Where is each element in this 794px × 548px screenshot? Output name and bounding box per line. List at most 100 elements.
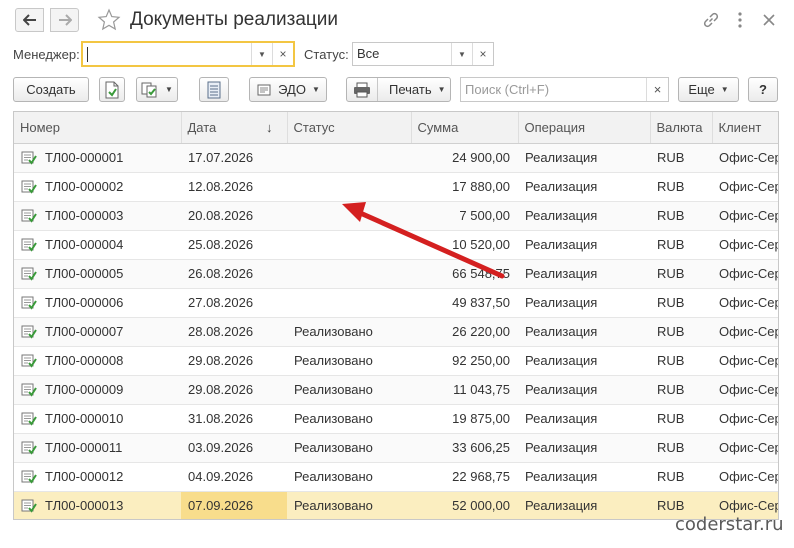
cell-sum[interactable]: 22 968,75: [411, 462, 518, 492]
cell-status[interactable]: [287, 143, 411, 173]
column-header-sum[interactable]: Сумма: [411, 112, 519, 144]
cell-status[interactable]: Реализовано: [287, 404, 411, 434]
table-row[interactable]: ТЛ00-000004 25.08.2026 10 520,00 Реализация…: [14, 230, 778, 260]
favorite-star-icon[interactable]: [97, 8, 121, 32]
cell-client[interactable]: Офис-Сер: [712, 143, 778, 173]
manager-field[interactable]: ▼ ×: [81, 41, 295, 67]
cell-number[interactable]: ТЛ00-000004: [14, 230, 181, 260]
cell-date[interactable]: 03.09.2026: [181, 433, 287, 463]
cell-client[interactable]: Офис-Сер: [712, 404, 778, 434]
column-header-number[interactable]: Номер: [14, 112, 182, 144]
cell-sum[interactable]: 17 880,00: [411, 172, 518, 202]
cell-sum[interactable]: 52 000,00: [411, 491, 518, 519]
cell-currency[interactable]: RUB: [650, 375, 712, 405]
more-vertical-icon[interactable]: [729, 9, 751, 31]
cell-number[interactable]: ТЛ00-000009: [14, 375, 181, 405]
cell-number[interactable]: ТЛ00-000002: [14, 172, 181, 202]
cell-number[interactable]: ТЛ00-000011: [14, 433, 181, 463]
cell-sum[interactable]: 11 043,75: [411, 375, 518, 405]
status-field[interactable]: Все ▼ ×: [352, 42, 494, 66]
cell-number[interactable]: ТЛ00-000006: [14, 288, 181, 318]
cell-date[interactable]: 12.08.2026: [181, 172, 287, 202]
documents-table[interactable]: Номер Дата ↓ Статус Сумма Операция Валюта…: [13, 111, 779, 520]
manager-clear-icon[interactable]: ×: [272, 43, 293, 65]
manager-dropdown-icon[interactable]: ▼: [251, 43, 272, 65]
cell-status[interactable]: [287, 201, 411, 231]
cell-date[interactable]: 04.09.2026: [181, 462, 287, 492]
cell-operation[interactable]: Реализация: [518, 404, 650, 434]
cell-client[interactable]: Офис-Сер: [712, 201, 778, 231]
table-row[interactable]: ТЛ00-000006 27.08.2026 49 837,50 Реализация…: [14, 288, 778, 318]
cell-sum[interactable]: 24 900,00: [411, 143, 518, 173]
cell-operation[interactable]: Реализация: [518, 201, 650, 231]
close-icon[interactable]: [758, 9, 780, 31]
column-header-status[interactable]: Статус: [287, 112, 412, 144]
cell-client[interactable]: Офис-Сер: [712, 317, 778, 347]
cell-status[interactable]: [287, 230, 411, 260]
create-based-on-button[interactable]: ▼: [136, 77, 178, 102]
cell-sum[interactable]: 66 548,75: [411, 259, 518, 289]
cell-number[interactable]: ТЛ00-000003: [14, 201, 181, 231]
cell-operation[interactable]: Реализация: [518, 317, 650, 347]
edo-button[interactable]: ЭДО ▼: [249, 77, 327, 102]
cell-client[interactable]: Офис-Сер: [712, 259, 778, 289]
print-button[interactable]: Печать ▼: [346, 77, 451, 102]
cell-number[interactable]: ТЛ00-000005: [14, 259, 181, 289]
cell-status[interactable]: [287, 288, 411, 318]
cell-status[interactable]: [287, 259, 411, 289]
cell-client[interactable]: Офис-Сер: [712, 346, 778, 376]
copy-document-button[interactable]: [99, 77, 125, 102]
cell-number[interactable]: ТЛ00-000001: [14, 143, 181, 173]
search-field[interactable]: Поиск (Ctrl+F) ×: [460, 77, 669, 102]
cell-date[interactable]: 26.08.2026: [181, 259, 287, 289]
cell-date[interactable]: 07.09.2026: [181, 491, 287, 519]
cell-client[interactable]: Офис-Сер: [712, 288, 778, 318]
cell-sum[interactable]: 19 875,00: [411, 404, 518, 434]
table-row[interactable]: ТЛ00-000012 04.09.2026 Реализовано 22 968,7…: [14, 462, 778, 492]
table-row[interactable]: ТЛ00-000001 17.07.2026 24 900,00 Реализация…: [14, 143, 778, 173]
print-quick-button[interactable]: [347, 78, 378, 101]
cell-currency[interactable]: RUB: [650, 433, 712, 463]
cell-number[interactable]: ТЛ00-000012: [14, 462, 181, 492]
cell-sum[interactable]: 33 606,25: [411, 433, 518, 463]
cell-date[interactable]: 25.08.2026: [181, 230, 287, 260]
cell-number[interactable]: ТЛ00-000007: [14, 317, 181, 347]
table-row[interactable]: ТЛ00-000007 28.08.2026 Реализовано 26 220,0…: [14, 317, 778, 347]
cell-operation[interactable]: Реализация: [518, 259, 650, 289]
cell-sum[interactable]: 26 220,00: [411, 317, 518, 347]
cell-currency[interactable]: RUB: [650, 143, 712, 173]
cell-currency[interactable]: RUB: [650, 317, 712, 347]
table-row[interactable]: ТЛ00-000002 12.08.2026 17 880,00 Реализация…: [14, 172, 778, 202]
cell-status[interactable]: Реализовано: [287, 491, 411, 519]
cell-number[interactable]: ТЛ00-000013: [14, 491, 181, 519]
cell-date[interactable]: 27.08.2026: [181, 288, 287, 318]
cell-currency[interactable]: RUB: [650, 201, 712, 231]
status-dropdown-icon[interactable]: ▼: [451, 43, 472, 65]
column-header-client[interactable]: Клиент: [712, 112, 778, 144]
cell-operation[interactable]: Реализация: [518, 172, 650, 202]
help-button[interactable]: ?: [748, 77, 778, 102]
column-header-operation[interactable]: Операция: [518, 112, 651, 144]
cell-date[interactable]: 17.07.2026: [181, 143, 287, 173]
table-row[interactable]: ТЛ00-000005 26.08.2026 66 548,75 Реализация…: [14, 259, 778, 289]
status-clear-icon[interactable]: ×: [472, 43, 493, 65]
cell-currency[interactable]: RUB: [650, 230, 712, 260]
cell-operation[interactable]: Реализация: [518, 230, 650, 260]
search-clear-icon[interactable]: ×: [646, 78, 668, 101]
cell-client[interactable]: Офис-Сер: [712, 375, 778, 405]
cell-operation[interactable]: Реализация: [518, 433, 650, 463]
cell-currency[interactable]: RUB: [650, 172, 712, 202]
cell-currency[interactable]: RUB: [650, 346, 712, 376]
cell-number[interactable]: ТЛ00-000008: [14, 346, 181, 376]
forward-button[interactable]: [50, 8, 79, 32]
status-select[interactable]: Все: [353, 43, 451, 65]
cell-operation[interactable]: Реализация: [518, 491, 650, 519]
column-header-currency[interactable]: Валюта: [650, 112, 713, 144]
table-row[interactable]: ТЛ00-000008 29.08.2026 Реализовано 92 250,0…: [14, 346, 778, 376]
cell-status[interactable]: Реализовано: [287, 317, 411, 347]
cell-date[interactable]: 29.08.2026: [181, 375, 287, 405]
cell-currency[interactable]: RUB: [650, 259, 712, 289]
column-header-date[interactable]: Дата ↓: [181, 112, 288, 144]
cell-status[interactable]: Реализовано: [287, 462, 411, 492]
back-button[interactable]: [15, 8, 44, 32]
